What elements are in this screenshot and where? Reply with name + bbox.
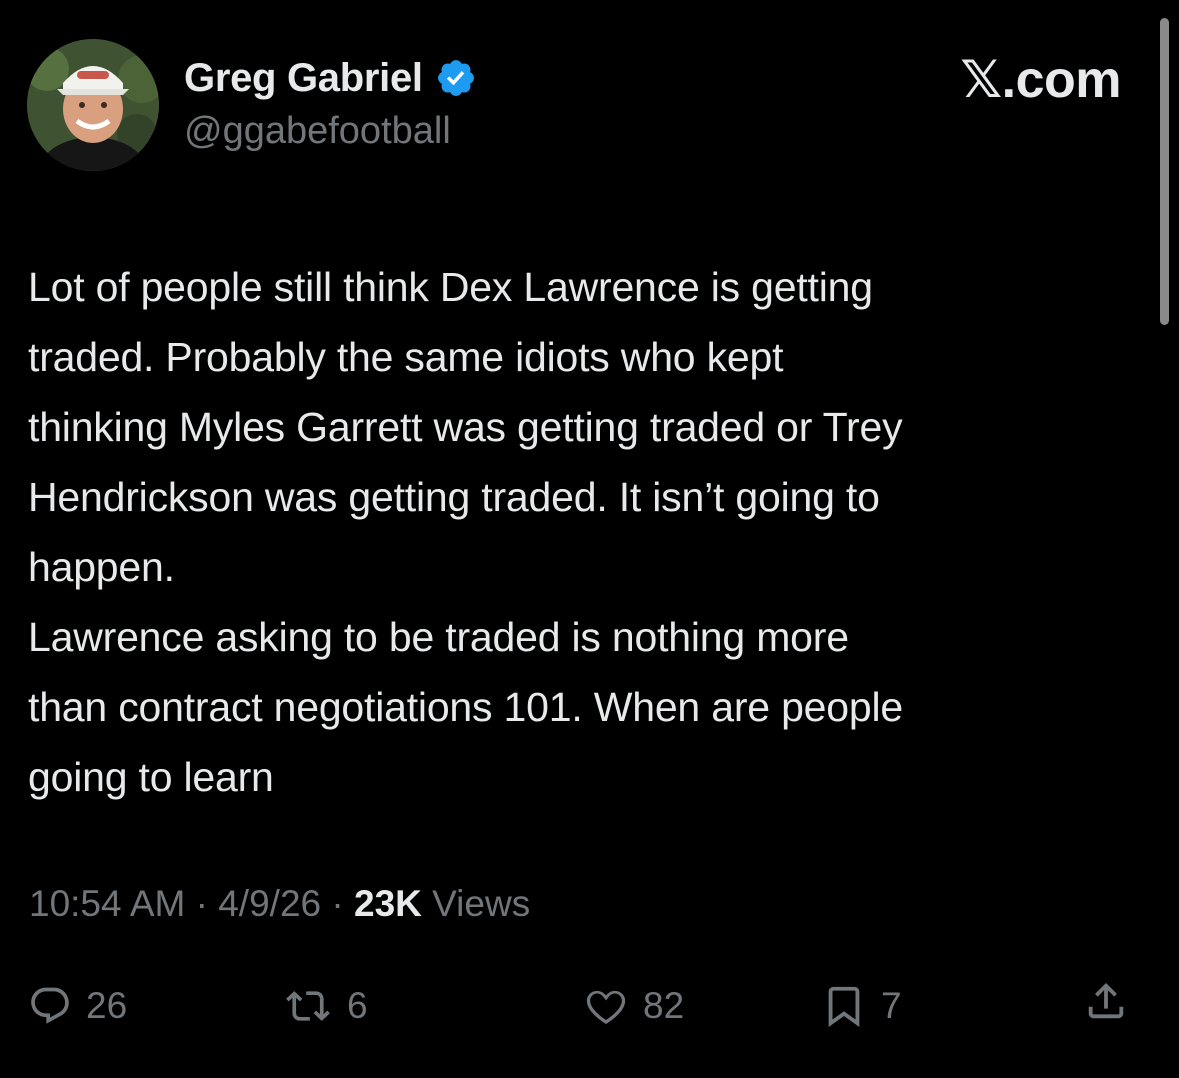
repost-icon: [283, 984, 333, 1028]
brand-label: 𝕏.com: [960, 51, 1121, 109]
reply-button[interactable]: 26: [28, 978, 127, 1034]
bookmark-icon: [821, 983, 867, 1029]
bookmark-button[interactable]: 7: [821, 978, 902, 1034]
repost-count: 6: [347, 985, 368, 1026]
views-label: Views: [421, 883, 531, 924]
avatar[interactable]: [27, 39, 159, 171]
reply-count: 26: [86, 985, 128, 1026]
bookmark-count: 7: [881, 985, 902, 1026]
author-name[interactable]: Greg Gabriel: [184, 54, 423, 102]
meta-separator: ·: [185, 883, 219, 924]
share-icon: [1083, 978, 1129, 1024]
like-icon: [583, 983, 629, 1029]
tweet-time[interactable]: 10:54 AM: [29, 883, 185, 924]
author-handle[interactable]: @ggabefootball: [184, 108, 451, 154]
tweet-text: Lot of people still think Dex Lawrence i…: [28, 264, 903, 800]
tweet-date[interactable]: 4/9/26: [218, 883, 321, 924]
verified-badge-icon[interactable]: [435, 57, 477, 99]
reply-icon: [28, 984, 72, 1028]
share-button[interactable]: [1083, 978, 1129, 1024]
tweet-meta: 10:54 AM · 4/9/26 · 23K Views: [29, 880, 530, 928]
repost-button[interactable]: 6: [283, 978, 368, 1034]
meta-separator: ·: [321, 883, 354, 924]
scrollbar[interactable]: [1160, 18, 1169, 325]
author-name-row[interactable]: Greg Gabriel: [184, 54, 477, 102]
like-count: 82: [643, 985, 685, 1026]
avatar-image: [27, 39, 159, 171]
views-count: 23K: [354, 883, 422, 924]
like-button[interactable]: 82: [583, 978, 684, 1034]
